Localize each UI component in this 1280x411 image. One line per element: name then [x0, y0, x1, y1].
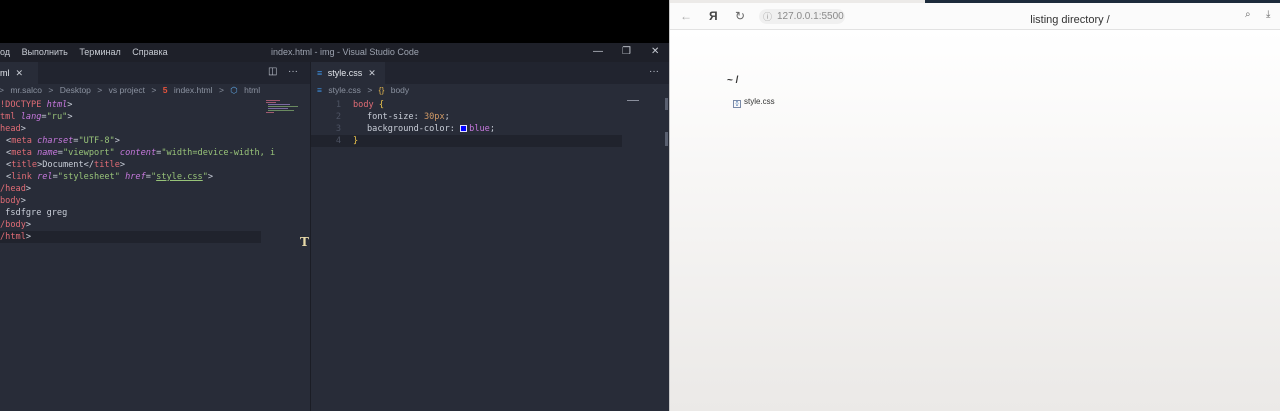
breadcrumb-item[interactable]: body [391, 85, 409, 95]
color-swatch[interactable] [460, 125, 468, 132]
tab-style-css[interactable]: ≡ style.css ✕ [311, 62, 385, 84]
browser-toolbar: ← Я ↻ ⓘ 127.0.0.1:5500 listing directory… [670, 3, 1280, 30]
window-close-icon[interactable]: ✕ [651, 46, 659, 57]
split-editor-icon[interactable]: ◫ [268, 66, 277, 77]
menu-bar: од Выполнить Терминал Справка [0, 47, 177, 57]
tab-bar-right: ≡ style.css ✕ ··· [311, 62, 670, 84]
breadcrumb-item[interactable]: Desktop [60, 85, 91, 95]
tab-label: style.css [327, 68, 363, 78]
download-icon[interactable]: ⤓ [1266, 9, 1270, 20]
reload-icon[interactable]: ↻ [735, 9, 745, 23]
file-icon: {} [733, 100, 741, 108]
code-line: /head> [0, 184, 32, 194]
menu-item-terminal[interactable]: Терминал [79, 47, 120, 57]
directory-heading: ~ / [727, 75, 739, 86]
maximize-icon[interactable]: ❐ [622, 46, 631, 57]
element-icon: ⬡ [230, 85, 238, 95]
editor-group-left: ml ✕ ◫ ··· > mr.salco > Desktop > vs proj… [0, 62, 310, 411]
info-icon[interactable]: ⓘ [763, 10, 772, 25]
close-icon[interactable]: ✕ [16, 68, 24, 78]
code-line: <meta name="viewport" content="width=dev… [6, 148, 276, 158]
code-line: fsdfgre greg [0, 208, 68, 218]
minimize-icon[interactable]: — [593, 46, 603, 57]
breadcrumb-item[interactable]: vs project [109, 85, 145, 95]
code-line-current: /html> [0, 231, 261, 243]
minimap[interactable] [627, 98, 667, 138]
menu-item-run[interactable]: Выполнить [22, 47, 68, 57]
menu-item-help[interactable]: Справка [132, 47, 167, 57]
code-line: 2 font-size: 30px; [335, 112, 450, 122]
yandex-icon[interactable]: Я [709, 9, 718, 23]
menu-item-view[interactable]: од [0, 47, 10, 57]
breadcrumb-item[interactable]: html [244, 85, 260, 95]
symbol-icon: {} [378, 85, 385, 95]
code-line-current: 4} [311, 135, 622, 147]
tab-label: ml [0, 68, 10, 78]
editor-group-right: ≡ style.css ✕ ··· ≡ style.css > {} body 1… [310, 62, 670, 411]
page-content: ~ / {} style.css [670, 30, 1280, 411]
code-line: <title>Document</title> [6, 160, 126, 170]
back-icon[interactable]: ← [680, 9, 692, 23]
breadcrumb-item[interactable]: style.css [328, 85, 361, 95]
more-icon[interactable]: ··· [649, 66, 659, 77]
more-icon[interactable]: ··· [288, 66, 298, 77]
html5-icon: 5 [162, 85, 168, 95]
minimap[interactable] [264, 98, 304, 138]
vscode-titlebar: од Выполнить Терминал Справка index.html… [0, 43, 670, 62]
css3-icon: ≡ [317, 68, 323, 78]
close-icon[interactable]: ✕ [368, 68, 376, 78]
code-line: <link rel="stylesheet" href="style.css"> [6, 172, 214, 182]
css3-icon: ≡ [317, 85, 322, 95]
tab-bar-left: ml ✕ ◫ ··· [0, 62, 310, 84]
file-link[interactable]: {} style.css [733, 97, 775, 108]
search-page-icon[interactable]: ⌕ [1245, 9, 1251, 20]
breadcrumb-item[interactable]: mr.salco [10, 85, 42, 95]
vscode-window: од Выполнить Терминал Справка index.html… [0, 43, 670, 411]
page-title: listing directory / [1030, 14, 1110, 26]
tab-index-html[interactable]: ml ✕ [0, 62, 38, 84]
code-line: 3 background-color: blue; [335, 124, 496, 134]
breadcrumb: > mr.salco > Desktop > vs project > 5 in… [0, 85, 261, 95]
browser-window: ← Я ↻ ⓘ 127.0.0.1:5500 listing directory… [669, 0, 1280, 411]
code-line: /body> [0, 220, 32, 230]
code-line: body> [0, 196, 26, 206]
scrollbar[interactable] [665, 132, 668, 146]
breadcrumb-item[interactable]: index.html [174, 85, 213, 95]
text-cursor-icon: T [300, 235, 309, 249]
address-bar[interactable]: ⓘ 127.0.0.1:5500 [759, 9, 845, 24]
scrollbar[interactable] [665, 98, 668, 110]
code-line: 1 body { [335, 100, 385, 110]
window-title: index.html - img - Visual Studio Code [271, 47, 419, 57]
breadcrumb: ≡ style.css > {} body [317, 85, 410, 95]
file-name[interactable]: style.css [744, 97, 775, 106]
code-editor-css[interactable]: 1 body { 2 font-size: 30px; 3 background-co… [311, 99, 670, 147]
address-text: 127.0.0.1:5500 [777, 11, 844, 22]
